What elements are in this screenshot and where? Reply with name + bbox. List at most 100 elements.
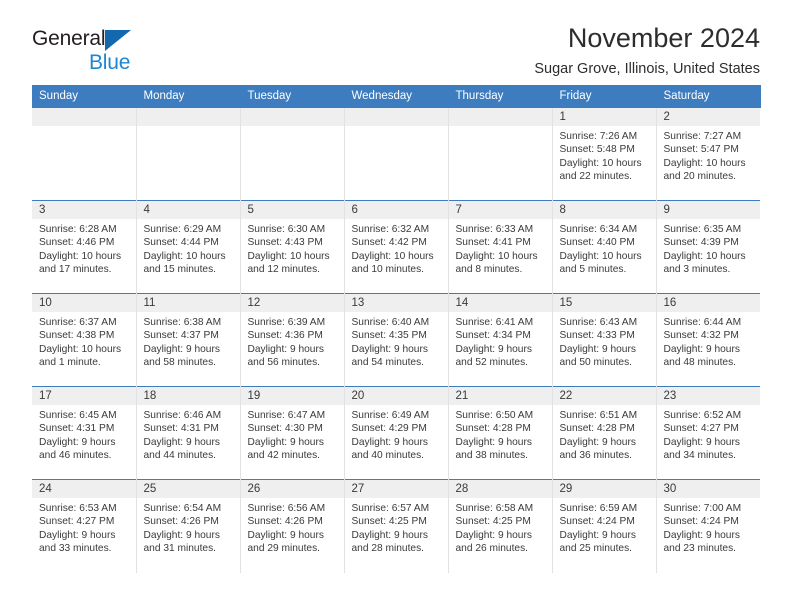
- calendar-day-cell[interactable]: 8 Sunrise: 6:34 AM Sunset: 4:40 PM Daylight…: [552, 200, 657, 294]
- day-number: [448, 108, 552, 126]
- sunset-text: Sunset: 4:31 PM: [39, 423, 115, 435]
- day-details: Sunrise: 6:49 AM Sunset: 4:29 PM Daylight:…: [345, 405, 448, 463]
- sunrise-text: Sunrise: 6:50 AM: [455, 410, 534, 421]
- sunset-text: Sunset: 4:36 PM: [247, 330, 323, 342]
- calendar-day-cell[interactable]: 24 Sunrise: 6:53 AM Sunset: 4:27 PM Dayligh…: [32, 479, 137, 573]
- daylight-text: Daylight: 9 hours and 58 minutes.: [143, 343, 220, 369]
- calendar-day-cell[interactable]: 11 Sunrise: 6:38 AM Sunset: 4:37 PM Dayligh…: [136, 293, 241, 387]
- day-details: Sunrise: 6:34 AM Sunset: 4:40 PM Daylight:…: [553, 219, 656, 277]
- daylight-text: Daylight: 9 hours and 23 minutes.: [663, 529, 740, 555]
- calendar-day-cell[interactable]: 28 Sunrise: 6:58 AM Sunset: 4:25 PM Dayligh…: [448, 479, 553, 573]
- calendar-day-cell[interactable]: 30 Sunrise: 7:00 AM Sunset: 4:24 PM Dayligh…: [656, 479, 760, 573]
- sunset-text: Sunset: 4:44 PM: [143, 237, 219, 249]
- sunset-text: Sunset: 4:26 PM: [143, 516, 219, 528]
- day-details: Sunrise: 6:44 AM Sunset: 4:32 PM Daylight:…: [657, 312, 761, 370]
- page-title: November 2024: [567, 23, 760, 53]
- calendar-day-cell[interactable]: 27 Sunrise: 6:57 AM Sunset: 4:25 PM Dayligh…: [344, 479, 449, 573]
- calendar-day-cell[interactable]: 18 Sunrise: 6:46 AM Sunset: 4:31 PM Dayligh…: [136, 386, 241, 480]
- day-number: 3: [32, 201, 136, 219]
- day-number: 5: [240, 201, 344, 219]
- calendar-day-cell[interactable]: 20 Sunrise: 6:49 AM Sunset: 4:29 PM Dayligh…: [344, 386, 449, 480]
- calendar-day-cell[interactable]: 14 Sunrise: 6:41 AM Sunset: 4:34 PM Dayligh…: [448, 293, 553, 387]
- weekday-header-row: Sunday Monday Tuesday Wednesday Thursday…: [32, 85, 761, 108]
- weekday-header-sunday: Sunday: [32, 85, 137, 108]
- day-details: Sunrise: 6:43 AM Sunset: 4:33 PM Daylight:…: [553, 312, 656, 370]
- sunset-text: Sunset: 4:27 PM: [39, 516, 115, 528]
- sunrise-text: Sunrise: 6:49 AM: [351, 410, 430, 421]
- sunset-text: Sunset: 4:27 PM: [663, 423, 739, 435]
- calendar-day-cell[interactable]: 17 Sunrise: 6:45 AM Sunset: 4:31 PM Dayligh…: [32, 386, 137, 480]
- calendar-day-cell-empty: [344, 107, 449, 201]
- calendar-day-cell[interactable]: 9 Sunrise: 6:35 AM Sunset: 4:39 PM Daylight…: [656, 200, 760, 294]
- day-number: 29: [552, 480, 656, 498]
- sunrise-text: Sunrise: 6:37 AM: [39, 317, 117, 328]
- sunset-text: Sunset: 4:43 PM: [247, 237, 323, 249]
- daylight-text: Daylight: 9 hours and 44 minutes.: [143, 436, 220, 462]
- daylight-text: Daylight: 10 hours and 5 minutes.: [559, 250, 642, 276]
- calendar-day-cell[interactable]: 10 Sunrise: 6:37 AM Sunset: 4:38 PM Dayligh…: [32, 293, 137, 387]
- calendar-day-cell[interactable]: 19 Sunrise: 6:47 AM Sunset: 4:30 PM Dayligh…: [240, 386, 345, 480]
- calendar-day-cell[interactable]: 16 Sunrise: 6:44 AM Sunset: 4:32 PM Dayligh…: [656, 293, 761, 387]
- calendar-day-cell[interactable]: 29 Sunrise: 6:59 AM Sunset: 4:24 PM Dayligh…: [552, 479, 657, 573]
- sunset-text: Sunset: 4:26 PM: [247, 516, 323, 528]
- calendar-week-row: 3 Sunrise: 6:28 AM Sunset: 4:46 PM Daylight…: [32, 200, 760, 294]
- daylight-text: Daylight: 9 hours and 28 minutes.: [351, 529, 428, 555]
- day-number: 14: [448, 294, 552, 312]
- sunset-text: Sunset: 4:31 PM: [143, 423, 219, 435]
- calendar-day-cell[interactable]: 4 Sunrise: 6:29 AM Sunset: 4:44 PM Daylight…: [136, 200, 241, 294]
- day-details: Sunrise: 6:47 AM Sunset: 4:30 PM Daylight:…: [241, 405, 344, 463]
- daylight-text: Daylight: 9 hours and 48 minutes.: [663, 343, 740, 369]
- calendar-day-cell[interactable]: 13 Sunrise: 6:40 AM Sunset: 4:35 PM Dayligh…: [344, 293, 449, 387]
- daylight-text: Daylight: 10 hours and 20 minutes.: [663, 157, 746, 183]
- sunset-text: Sunset: 4:38 PM: [39, 330, 115, 342]
- day-number: 11: [136, 294, 240, 312]
- title-block: November 2024 Sugar Grove, Illinois, Uni…: [534, 23, 760, 78]
- calendar-day-cell-empty: [32, 107, 137, 201]
- daylight-text: Daylight: 10 hours and 1 minute.: [39, 343, 122, 369]
- calendar-day-cell[interactable]: 6 Sunrise: 6:32 AM Sunset: 4:42 PM Daylight…: [344, 200, 449, 294]
- calendar-page: General Blue November 2024 Sugar Grove, …: [0, 0, 792, 612]
- calendar-day-cell[interactable]: 1 Sunrise: 7:26 AM Sunset: 5:48 PM Daylight…: [552, 107, 657, 201]
- day-number: 20: [344, 387, 448, 405]
- day-number: 4: [136, 201, 240, 219]
- calendar-day-cell[interactable]: 23 Sunrise: 6:52 AM Sunset: 4:27 PM Dayligh…: [656, 386, 761, 480]
- sunrise-text: Sunrise: 6:30 AM: [247, 224, 326, 235]
- day-details: Sunrise: 7:27 AM Sunset: 5:47 PM Daylight:…: [657, 126, 761, 184]
- sunrise-text: Sunrise: 6:41 AM: [455, 317, 534, 328]
- sunset-text: Sunset: 4:35 PM: [351, 330, 427, 342]
- daylight-text: Daylight: 10 hours and 22 minutes.: [559, 157, 642, 183]
- day-number: 25: [136, 480, 240, 498]
- calendar-day-cell[interactable]: 25 Sunrise: 6:54 AM Sunset: 4:26 PM Dayligh…: [136, 479, 241, 573]
- daylight-text: Daylight: 9 hours and 46 minutes.: [39, 436, 116, 462]
- calendar-day-cell[interactable]: 26 Sunrise: 6:56 AM Sunset: 4:26 PM Dayligh…: [240, 479, 345, 573]
- calendar-day-cell[interactable]: 21 Sunrise: 6:50 AM Sunset: 4:28 PM Dayligh…: [448, 386, 553, 480]
- calendar-day-cell[interactable]: 3 Sunrise: 6:28 AM Sunset: 4:46 PM Daylight…: [32, 200, 137, 294]
- calendar-day-cell[interactable]: 12 Sunrise: 6:39 AM Sunset: 4:36 PM Dayligh…: [240, 293, 345, 387]
- sunset-text: Sunset: 4:41 PM: [455, 237, 531, 249]
- weekday-header-thursday: Thursday: [448, 85, 553, 108]
- day-details: Sunrise: 6:39 AM Sunset: 4:36 PM Daylight:…: [241, 312, 344, 370]
- calendar-day-cell[interactable]: 2 Sunrise: 7:27 AM Sunset: 5:47 PM Daylight…: [656, 107, 761, 201]
- calendar-day-cell[interactable]: 15 Sunrise: 6:43 AM Sunset: 4:33 PM Dayligh…: [552, 293, 657, 387]
- day-details: Sunrise: 6:52 AM Sunset: 4:27 PM Daylight:…: [657, 405, 761, 463]
- weekday-header-tuesday: Tuesday: [240, 85, 345, 108]
- day-number: 15: [552, 294, 656, 312]
- weekday-header-saturday: Saturday: [656, 85, 761, 108]
- daylight-text: Daylight: 10 hours and 3 minutes.: [663, 250, 746, 276]
- triangle-icon: [105, 30, 132, 51]
- daylight-text: Daylight: 9 hours and 54 minutes.: [351, 343, 428, 369]
- sunset-text: Sunset: 4:33 PM: [559, 330, 635, 342]
- sunrise-text: Sunrise: 6:39 AM: [247, 317, 326, 328]
- day-details: Sunrise: 6:40 AM Sunset: 4:35 PM Daylight:…: [345, 312, 448, 370]
- sunrise-text: Sunrise: 6:28 AM: [39, 224, 117, 235]
- page-header: General Blue November 2024 Sugar Grove, …: [32, 0, 760, 78]
- calendar-day-cell[interactable]: 5 Sunrise: 6:30 AM Sunset: 4:43 PM Daylight…: [240, 200, 345, 294]
- day-number: 26: [240, 480, 344, 498]
- sunset-text: Sunset: 4:30 PM: [247, 423, 323, 435]
- calendar-day-cell[interactable]: 7 Sunrise: 6:33 AM Sunset: 4:41 PM Daylight…: [448, 200, 553, 294]
- calendar-day-cell[interactable]: 22 Sunrise: 6:51 AM Sunset: 4:28 PM Dayligh…: [552, 386, 657, 480]
- sunset-text: Sunset: 4:42 PM: [351, 237, 427, 249]
- day-details: Sunrise: 6:41 AM Sunset: 4:34 PM Daylight:…: [449, 312, 552, 370]
- daylight-text: Daylight: 9 hours and 50 minutes.: [559, 343, 636, 369]
- general-blue-logo[interactable]: General Blue: [32, 24, 202, 73]
